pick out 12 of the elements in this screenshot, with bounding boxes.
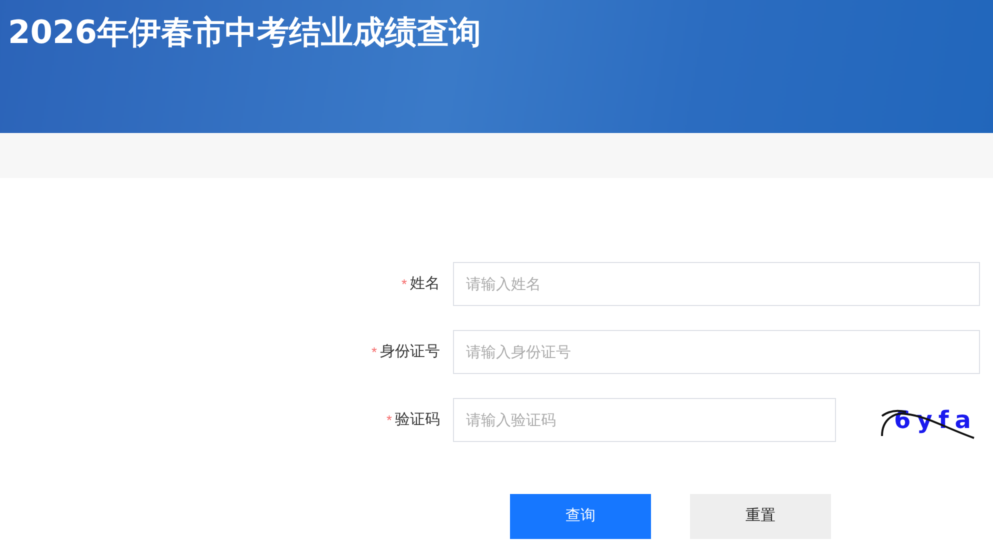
input-field[interactable]: 请输入验证码 [453,398,836,442]
required-mark: * [402,274,407,294]
required-mark: * [372,342,377,362]
page-title: 2026年伊春市中考结业成绩查询 [8,12,482,53]
field-label: 姓名 [410,274,440,294]
field-label: 身份证号 [380,342,440,362]
query-button[interactable]: 查询 [510,494,651,539]
field-label: 验证码 [395,410,440,430]
input-field[interactable]: 请输入身份证号 [453,330,980,374]
required-mark: * [386,410,392,430]
reset-button[interactable]: 重置 [690,494,831,539]
input-field[interactable]: 请输入姓名 [453,262,980,306]
